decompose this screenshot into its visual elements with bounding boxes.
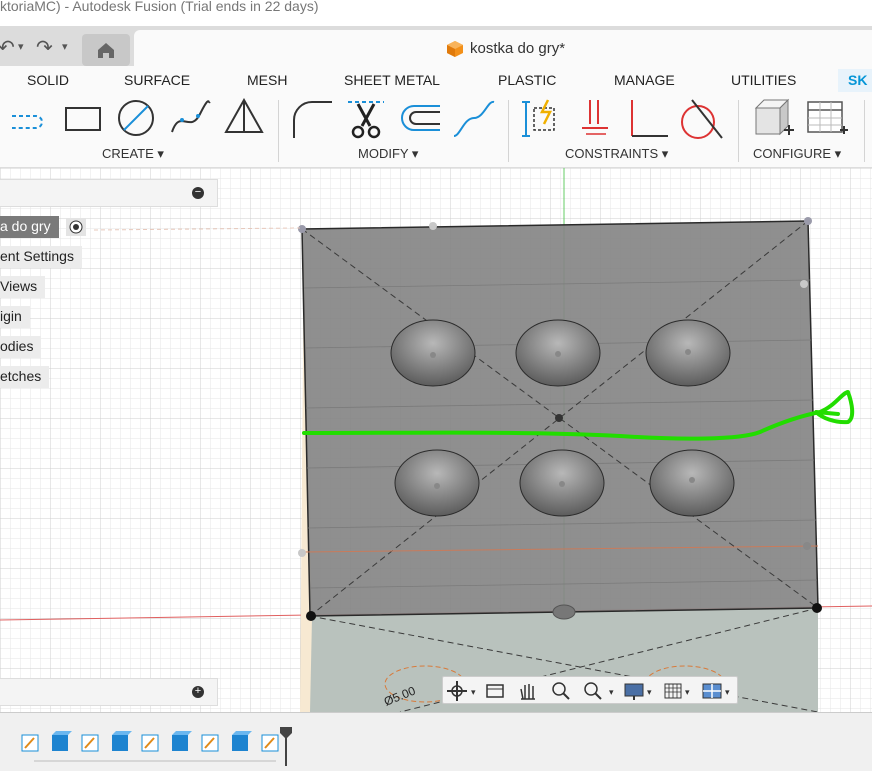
- offset-icon[interactable]: [398, 100, 446, 138]
- timeline-marker[interactable]: [280, 727, 292, 766]
- svg-text:▾: ▾: [685, 687, 690, 697]
- constraints-menu[interactable]: CONSTRAINTS ▾: [565, 146, 668, 162]
- tab-sheet-metal[interactable]: SHEET METAL: [344, 72, 440, 88]
- configure-menu[interactable]: CONFIGURE ▾: [753, 146, 841, 162]
- component-cube-icon: [447, 41, 463, 57]
- slot-icon[interactable]: [8, 102, 52, 138]
- browser-item-origin[interactable]: igin: [0, 306, 30, 328]
- dimension-icon[interactable]: [520, 98, 564, 140]
- orbit-icon[interactable]: [447, 681, 467, 701]
- navigation-tools: ▾ ▾ ▾ ▾ ▾: [447, 681, 730, 701]
- parallel-constraint-icon[interactable]: [576, 98, 616, 140]
- zoom-icon[interactable]: [552, 682, 570, 700]
- pan-hand-icon[interactable]: [520, 684, 535, 700]
- grid-settings-icon[interactable]: [664, 683, 682, 699]
- ribbon-toolbar: CREATE ▾ MODIFY ▾ CONSTRAINTS ▾ CONFIGUR…: [0, 92, 872, 168]
- document-title: kostka do gry*: [470, 40, 566, 57]
- tab-surface[interactable]: SURFACE: [124, 72, 190, 88]
- zoom-window-icon[interactable]: [584, 682, 602, 700]
- ribbon-separator: [508, 100, 509, 162]
- spline-icon[interactable]: [168, 98, 212, 140]
- home-button[interactable]: [82, 34, 130, 66]
- undo-icon[interactable]: ↶: [0, 35, 15, 60]
- redo-dropdown-icon[interactable]: ▾: [62, 40, 68, 53]
- perpendicular-constraint-icon[interactable]: [624, 98, 672, 140]
- active-component-radio-icon[interactable]: [66, 218, 86, 236]
- timeline-sketch-icon[interactable]: [261, 734, 279, 752]
- fillet-icon[interactable]: [288, 98, 336, 140]
- tab-mesh[interactable]: MESH: [247, 72, 287, 88]
- timeline-sketch-icon[interactable]: [201, 734, 219, 752]
- configure-table-icon[interactable]: [804, 96, 850, 142]
- spline-modify-icon[interactable]: [450, 98, 498, 140]
- viewports-icon[interactable]: [702, 683, 722, 699]
- configure-box-icon[interactable]: [750, 96, 796, 142]
- comments-panel-header: +: [0, 678, 218, 706]
- trim-scissors-icon[interactable]: [344, 96, 392, 142]
- timeline-sketch-icon[interactable]: [141, 734, 159, 752]
- browser-item-named-views[interactable]: Views: [0, 276, 46, 298]
- ribbon-tabs: SOLID SURFACE MESH SHEET METAL PLASTIC M…: [0, 66, 872, 95]
- svg-text:▾: ▾: [647, 687, 652, 697]
- tab-solid[interactable]: SOLID: [27, 72, 69, 88]
- timeline-extrude-icon[interactable]: [232, 731, 252, 751]
- timeline-extrude-icon[interactable]: [172, 731, 192, 751]
- expand-comments-icon[interactable]: +: [192, 686, 204, 698]
- look-at-icon[interactable]: [486, 684, 504, 698]
- tangent-constraint-icon[interactable]: [678, 98, 726, 140]
- timeline-extrude-icon[interactable]: [52, 731, 72, 751]
- undo-dropdown-icon[interactable]: ▾: [18, 40, 24, 53]
- timeline-features: [21, 727, 292, 766]
- rectangle-icon[interactable]: [62, 102, 106, 138]
- browser-panel-header: −: [0, 179, 218, 207]
- window-title: ktoriaMC) - Autodesk Fusion (Trial ends …: [0, 0, 319, 14]
- browser-item-sketches[interactable]: etches: [0, 366, 50, 388]
- polygon-icon[interactable]: [224, 98, 268, 140]
- window-titlebar: ktoriaMC) - Autodesk Fusion (Trial ends …: [0, 0, 872, 26]
- circle-icon[interactable]: [114, 98, 158, 140]
- canvas-viewport[interactable]: Ø5.00: [0, 168, 872, 712]
- timeline-bar: [0, 712, 872, 766]
- collapse-browser-icon[interactable]: −: [192, 187, 204, 199]
- browser-item-document[interactable]: a do gry: [0, 216, 59, 238]
- timeline-sketch-icon[interactable]: [81, 734, 99, 752]
- tab-plastic[interactable]: PLASTIC: [498, 72, 556, 88]
- browser-item-bodies[interactable]: odies: [0, 336, 42, 358]
- create-menu[interactable]: CREATE ▾: [102, 146, 164, 162]
- ribbon-separator: [278, 100, 279, 162]
- svg-text:▾: ▾: [725, 687, 730, 697]
- svg-text:▾: ▾: [609, 687, 614, 697]
- home-icon: [98, 43, 114, 58]
- model-scene[interactable]: Ø5.00: [0, 168, 872, 712]
- tab-manage[interactable]: MANAGE: [614, 72, 675, 88]
- timeline-sketch-icon[interactable]: [21, 734, 39, 752]
- ribbon-separator: [738, 100, 739, 162]
- navigation-bar: ▾ ▾ ▾ ▾ ▾: [442, 676, 738, 704]
- browser-item-document-settings[interactable]: ent Settings: [0, 246, 82, 268]
- display-settings-icon[interactable]: [624, 683, 644, 700]
- svg-text:▾: ▾: [471, 687, 476, 697]
- ribbon-separator: [864, 100, 865, 162]
- timeline-extrude-icon[interactable]: [112, 731, 132, 751]
- redo-icon[interactable]: ↷: [36, 35, 53, 60]
- tab-utilities[interactable]: UTILITIES: [731, 72, 796, 88]
- modify-menu[interactable]: MODIFY ▾: [358, 146, 418, 162]
